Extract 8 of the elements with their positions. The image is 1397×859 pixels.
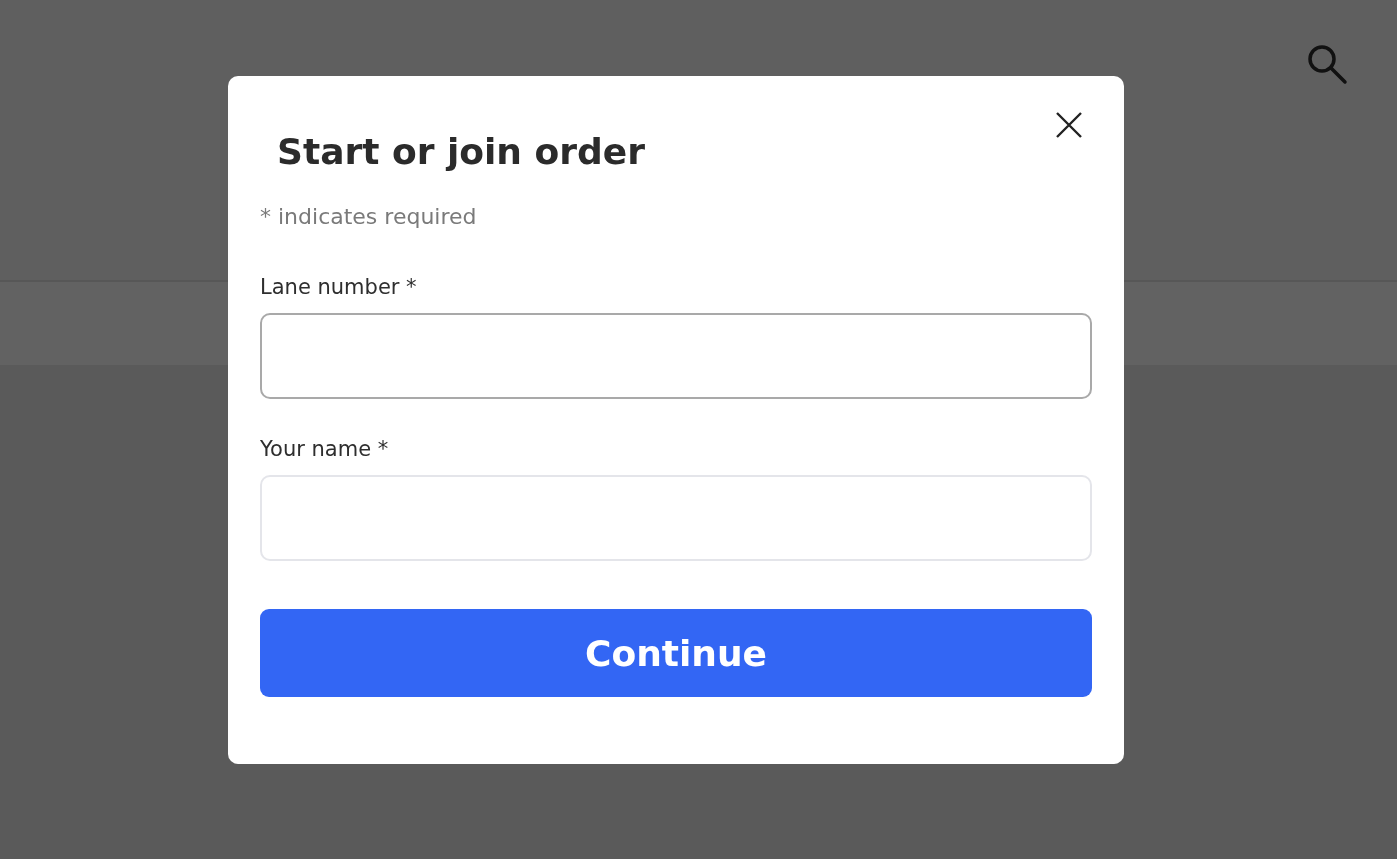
dialog-title: Start or join order	[277, 130, 646, 174]
search-icon[interactable]	[1306, 43, 1348, 85]
field-label: Lane number *	[260, 275, 418, 299]
close-icon[interactable]	[1056, 112, 1082, 138]
required-note: * indicates required	[260, 204, 478, 229]
continue-button[interactable]: Continue	[260, 609, 1092, 697]
input-field[interactable]	[260, 313, 1092, 399]
field-label: Your name *	[260, 437, 390, 461]
